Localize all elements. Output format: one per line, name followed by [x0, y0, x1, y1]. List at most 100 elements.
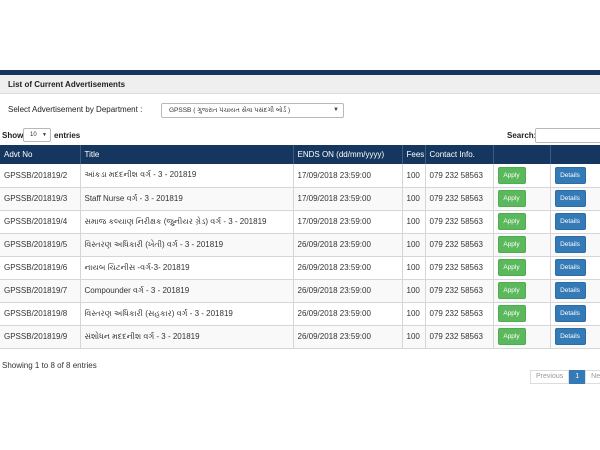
fees-cell: 100	[402, 164, 426, 188]
apply-button[interactable]: Apply	[497, 236, 526, 253]
column-header-title[interactable]: Title	[80, 145, 294, 164]
title-cell: વિસ્તરણ અધિકારી (સહકાર) વર્ગ - 3 - 20181…	[80, 302, 294, 326]
advt-no-cell: GPSSB/201819/2	[0, 164, 81, 188]
apply-cell: Apply	[493, 325, 551, 349]
details-cell: Details	[550, 164, 600, 188]
table-row: GPSSB/201819/9 સંશોધન મદદનીશ વર્ગ - 3 - 2…	[0, 325, 600, 349]
apply-cell: Apply	[493, 302, 551, 326]
department-select-value: GPSSB ( ગુજરાત પંચાયત સેવા પસંદગી બોર્ડ …	[169, 107, 291, 114]
table-row: GPSSB/201819/3 Staff Nurse વર્ગ - 3 - 201…	[0, 187, 600, 211]
page-button-1[interactable]: 1	[569, 370, 586, 384]
advt-no-cell: GPSSB/201819/9	[0, 325, 81, 349]
ends-on-cell: 26/09/2018 23:59:00	[293, 256, 403, 280]
fees-cell: 100	[402, 279, 426, 303]
previous-button[interactable]: Previous	[530, 370, 570, 384]
table-row: GPSSB/201819/7 Compounder વર્ગ - 3 - 2018…	[0, 279, 600, 303]
ends-on-cell: 17/09/2018 23:59:00	[293, 164, 403, 188]
details-cell: Details	[550, 187, 600, 211]
advt-no-cell: GPSSB/201819/3	[0, 187, 81, 211]
table-row: GPSSB/201819/8 વિસ્તરણ અધિકારી (સહકાર) વર…	[0, 302, 600, 326]
contact-cell: 079 232 58563	[425, 325, 494, 349]
department-label: Select Advertisement by Department :	[8, 105, 143, 114]
fees-cell: 100	[402, 325, 426, 349]
page-length-value: 10	[30, 132, 37, 138]
table-row: GPSSB/201819/2 આંકડા મદદનીશ વર્ગ - 3 - 20…	[0, 164, 600, 188]
title-cell: આંકડા મદદનીશ વર્ગ - 3 - 201819	[80, 164, 294, 188]
panel-title: List of Current Advertisements	[8, 80, 126, 89]
fees-cell: 100	[402, 233, 426, 257]
show-label: Show	[2, 131, 24, 140]
apply-button[interactable]: Apply	[497, 282, 526, 299]
apply-cell: Apply	[493, 187, 551, 211]
apply-button[interactable]: Apply	[497, 328, 526, 345]
column-header-advt-no[interactable]: Advt No	[0, 145, 81, 164]
details-button[interactable]: Details	[554, 282, 586, 299]
table-header-row: Advt No Title ENDS ON (dd/mm/yyyy) Fees …	[0, 145, 600, 164]
details-button[interactable]: Details	[554, 190, 586, 207]
column-header-fees[interactable]: Fees	[402, 145, 426, 164]
details-button[interactable]: Details	[554, 213, 586, 230]
apply-button[interactable]: Apply	[497, 190, 526, 207]
column-header-ends-on[interactable]: ENDS ON (dd/mm/yyyy)	[293, 145, 403, 164]
apply-cell: Apply	[493, 164, 551, 188]
details-cell: Details	[550, 279, 600, 303]
details-cell: Details	[550, 233, 600, 257]
title-cell: Compounder વર્ગ - 3 - 201819	[80, 279, 294, 303]
chevron-down-icon: ▼	[333, 107, 339, 113]
apply-button[interactable]: Apply	[497, 259, 526, 276]
ends-on-cell: 26/09/2018 23:59:00	[293, 279, 403, 303]
fees-cell: 100	[402, 210, 426, 234]
title-cell: વિસ્તરણ અધિકારી (ખેતી) વર્ગ - 3 - 201819	[80, 233, 294, 257]
details-cell: Details	[550, 302, 600, 326]
contact-cell: 079 232 58563	[425, 164, 494, 188]
contact-cell: 079 232 58563	[425, 302, 494, 326]
advt-no-cell: GPSSB/201819/7	[0, 279, 81, 303]
fees-cell: 100	[402, 187, 426, 211]
pagination: Previous 1 Next	[530, 370, 600, 384]
entries-label: entries	[54, 131, 81, 140]
advt-no-cell: GPSSB/201819/4	[0, 210, 81, 234]
apply-button[interactable]: Apply	[497, 166, 526, 184]
advt-no-cell: GPSSB/201819/6	[0, 256, 81, 280]
advt-no-cell: GPSSB/201819/8	[0, 302, 81, 326]
title-cell: Staff Nurse વર્ગ - 3 - 201819	[80, 187, 294, 211]
column-header-contact[interactable]: Contact Info.	[425, 145, 494, 164]
details-button[interactable]: Details	[554, 236, 586, 253]
next-button[interactable]: Next	[585, 370, 600, 384]
page-length-select[interactable]: 10 ▼	[23, 128, 51, 142]
advertisements-table: Advt No Title ENDS ON (dd/mm/yyyy) Fees …	[0, 145, 600, 349]
apply-button[interactable]: Apply	[497, 305, 526, 322]
table-row: GPSSB/201819/5 વિસ્તરણ અધિકારી (ખેતી) વર્…	[0, 233, 600, 257]
contact-cell: 079 232 58563	[425, 279, 494, 303]
title-cell: નાયબ ચિટનીસ -વર્ગ-3- 201819	[80, 256, 294, 280]
ends-on-cell: 26/09/2018 23:59:00	[293, 233, 403, 257]
contact-cell: 079 232 58563	[425, 233, 494, 257]
apply-cell: Apply	[493, 233, 551, 257]
table-info: Showing 1 to 8 of 8 entries	[2, 361, 97, 370]
advt-no-cell: GPSSB/201819/5	[0, 233, 81, 257]
table-row: GPSSB/201819/6 નાયબ ચિટનીસ -વર્ગ-3- 20181…	[0, 256, 600, 280]
apply-button[interactable]: Apply	[497, 213, 526, 230]
title-cell: સમાજ કલ્યાણ નિરીક્ષક (જુનીયર ગ્રેડ) વર્ગ…	[80, 210, 294, 234]
search-label: Search:	[507, 131, 537, 140]
details-cell: Details	[550, 210, 600, 234]
apply-cell: Apply	[493, 279, 551, 303]
column-header-apply	[493, 145, 551, 164]
details-button[interactable]: Details	[554, 259, 586, 276]
contact-cell: 079 232 58563	[425, 256, 494, 280]
details-cell: Details	[550, 325, 600, 349]
details-cell: Details	[550, 256, 600, 280]
details-button[interactable]: Details	[554, 166, 586, 184]
fees-cell: 100	[402, 302, 426, 326]
contact-cell: 079 232 58563	[425, 210, 494, 234]
apply-cell: Apply	[493, 210, 551, 234]
contact-cell: 079 232 58563	[425, 187, 494, 211]
title-cell: સંશોધન મદદનીશ વર્ગ - 3 - 201819	[80, 325, 294, 349]
fees-cell: 100	[402, 256, 426, 280]
department-select[interactable]: GPSSB ( ગુજરાત પંચાયત સેવા પસંદગી બોર્ડ …	[161, 103, 344, 118]
details-button[interactable]: Details	[554, 328, 586, 345]
apply-cell: Apply	[493, 256, 551, 280]
details-button[interactable]: Details	[554, 305, 586, 322]
search-input[interactable]	[535, 128, 600, 143]
column-header-details	[550, 145, 600, 164]
